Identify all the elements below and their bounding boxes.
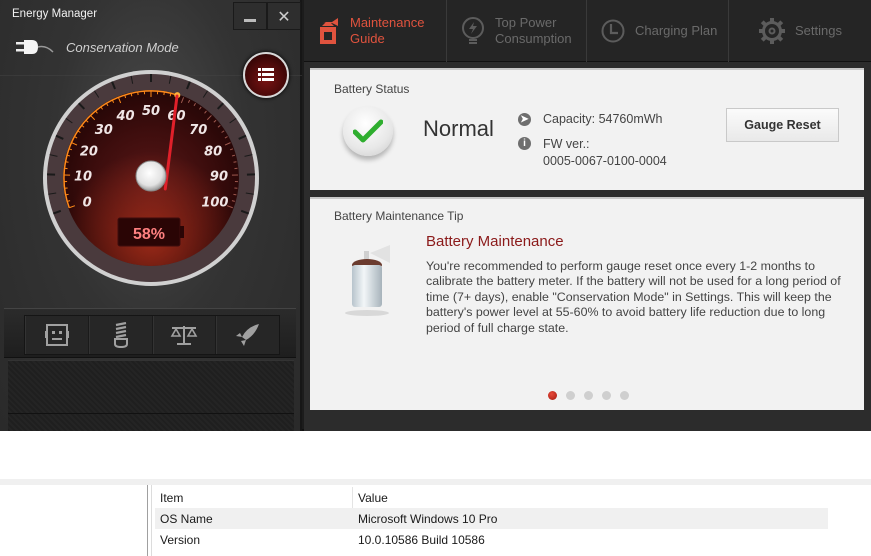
system-information-window: Item Value OS Name Microsoft Windows 10 …	[0, 431, 871, 556]
close-button[interactable]: ✕	[267, 2, 301, 30]
tab-label-line2: Guide	[350, 31, 385, 46]
minimize-icon	[244, 18, 256, 22]
energy-saving-mode-button[interactable]	[88, 316, 153, 354]
gauge-tick-label: 80	[204, 144, 222, 159]
gauge-tick-label: 90	[210, 170, 228, 185]
pane-splitter[interactable]	[147, 485, 152, 556]
toolbar-strip	[0, 479, 871, 485]
tab-label-line1: Maintenance	[350, 15, 425, 30]
lightbulb-bolt-icon	[462, 17, 484, 44]
pagination-dot[interactable]	[548, 391, 557, 400]
performance-mode-button[interactable]	[216, 316, 279, 354]
gauge-reset-button[interactable]: Gauge Reset	[726, 108, 839, 142]
pagination-dot[interactable]	[584, 391, 593, 400]
table-header: Item Value	[155, 487, 828, 508]
balanced-mode-button[interactable]	[152, 316, 217, 354]
battery-tip	[180, 226, 184, 238]
battery-gauge: 010203040 50 60708090100 58%	[43, 70, 259, 286]
spray-bottle-icon	[320, 18, 338, 44]
tip-body: You're recommended to perform gauge rese…	[426, 259, 841, 335]
tip-heading: Battery Maintenance	[426, 233, 564, 250]
tab-label-line2: Consumption	[495, 31, 572, 46]
pagination-dot[interactable]	[620, 391, 629, 400]
checkmark-icon	[353, 119, 383, 143]
robot-face-icon	[44, 324, 69, 346]
capacity-row: ➤ Capacity: 54760mWh	[518, 112, 663, 126]
power-mode-bar	[4, 308, 296, 358]
gauge-tick-label: 0	[83, 195, 92, 210]
gauge-panel: Energy Manager ✕ Conservation Mode 0 10 …	[0, 0, 302, 431]
rocket-icon	[236, 324, 260, 346]
system-summary-table: Item Value OS Name Microsoft Windows 10 …	[155, 487, 828, 550]
tab-label-line1: Top Power	[495, 15, 557, 30]
tab-bar: Maintenance Guide Top Power Consumption Ch…	[304, 0, 871, 62]
tip-pagination	[548, 391, 638, 400]
tab-top-power-consumption[interactable]: Top Power Consumption	[447, 0, 587, 62]
info-icon: i	[518, 137, 531, 150]
column-header-value[interactable]: Value	[353, 491, 388, 505]
battery-percent: 58%	[133, 226, 165, 243]
maintenance-tip-card: Battery Maintenance Tip Battery Maintena…	[310, 197, 864, 410]
gear-icon	[759, 18, 785, 44]
battery-status-card: Battery Status Normal ➤ Capacity: 54760m…	[310, 68, 864, 190]
spray-can-illustration	[345, 245, 390, 316]
row-value: Microsoft Windows 10 Pro	[358, 511, 498, 526]
gauge-tick-label: 20	[80, 144, 98, 159]
tab-settings[interactable]: Settings	[729, 0, 871, 62]
pagination-dot[interactable]	[602, 391, 611, 400]
row-value: 10.0.10586 Build 10586	[358, 532, 485, 547]
clock-icon	[601, 19, 625, 43]
battery-status-value: Normal	[423, 116, 494, 141]
firmware-label: FW ver.:	[543, 137, 590, 151]
gauge-tick-label: 50	[142, 104, 160, 119]
gauge-hub	[135, 160, 167, 192]
power-plug-icon	[16, 40, 54, 54]
table-row[interactable]: Version 10.0.10586 Build 10586	[155, 529, 828, 550]
gauge-tick-label: 70	[189, 123, 207, 138]
window-title: Energy Manager	[12, 8, 98, 20]
close-icon: ✕	[277, 6, 291, 26]
card-title: Battery Maintenance Tip	[334, 209, 464, 223]
tab-charging-plan[interactable]: Charging Plan	[587, 0, 729, 62]
energy-manager-window: Energy Manager ✕ Conservation Mode 0 10 …	[0, 0, 871, 431]
list-menu-icon	[258, 68, 274, 81]
tab-label-line1: Charging Plan	[635, 23, 718, 38]
capacity-label: Capacity: 54760mWh	[543, 112, 663, 126]
gauge-tick-label: 100	[201, 195, 228, 210]
menu-button[interactable]	[243, 52, 289, 98]
cfl-bulb-icon	[113, 322, 128, 348]
conservation-mode-label: Conservation Mode	[66, 39, 179, 55]
tab-maintenance-guide[interactable]: Maintenance Guide	[304, 0, 447, 62]
gauge-tick-label: 10	[74, 170, 92, 185]
pagination-dot[interactable]	[566, 391, 575, 400]
capacity-icon: ➤	[518, 113, 531, 126]
scales-icon	[170, 326, 198, 345]
tab-label-line1: Settings	[795, 23, 842, 38]
table-row[interactable]: OS Name Microsoft Windows 10 Pro	[155, 508, 828, 529]
quiet-mode-button[interactable]	[25, 316, 89, 354]
card-title: Battery Status	[334, 82, 410, 96]
gauge-tick-label: 40	[115, 109, 134, 124]
status-check-badge	[343, 106, 393, 156]
row-item: OS Name	[160, 511, 213, 526]
content-panel: Maintenance Guide Top Power Consumption Ch…	[304, 0, 871, 431]
firmware-row: i FW ver.: 0005-0067-0100-0004	[518, 136, 667, 170]
gauge-tick-label: 30	[95, 123, 113, 138]
firmware-value: 0005-0067-0100-0004	[543, 154, 667, 168]
row-item: Version	[160, 532, 201, 547]
gauge-minor-tick	[233, 161, 237, 163]
column-header-item[interactable]: Item	[155, 487, 353, 508]
gauge-minor-tick	[233, 193, 237, 196]
conservation-mode-indicator: Conservation Mode	[16, 38, 179, 56]
lower-panel	[8, 360, 294, 431]
minimize-button[interactable]	[233, 2, 267, 30]
